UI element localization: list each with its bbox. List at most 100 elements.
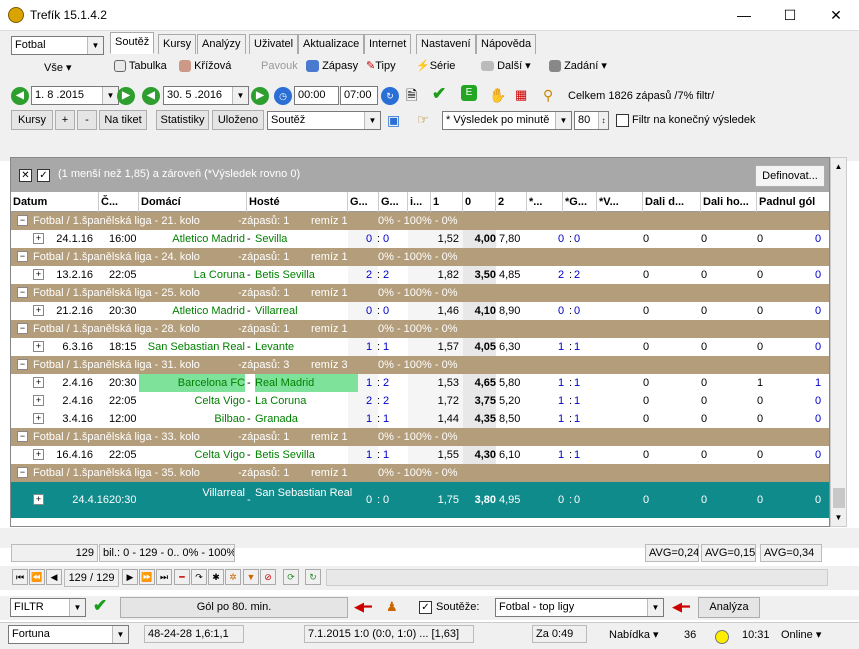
funnel-icon[interactable]: ▼ [243,569,259,585]
date-to-input[interactable]: 30. 5 .2016 ▼ [163,86,249,105]
nabidka-button[interactable]: Nabídka ▾ [609,625,659,645]
serie-button[interactable]: ⚡Série [416,56,455,76]
collapse-icon[interactable]: − [17,323,28,334]
column-header[interactable]: 1 [431,192,463,212]
close-button[interactable]: ✕ [813,0,859,31]
soutez-select[interactable]: Soutěž ▼ [267,111,381,130]
definovat-button[interactable]: Definovat... [755,165,825,187]
expand-icon[interactable]: + [33,494,44,505]
column-header[interactable]: G... [379,192,408,212]
filtr-konecny-checkbox[interactable] [616,114,629,127]
tipy-button[interactable]: ✎Tipy [366,56,396,76]
save-icon[interactable]: ▣ [387,110,400,130]
bookmaker-select[interactable]: Fortuna ▼ [8,625,129,644]
league-group-row[interactable]: − Fotbal / 1.španělská liga - 28. kolo -zá… [11,320,829,338]
league-group-row[interactable]: − Fotbal / 1.španělská liga - 24. kolo -zá… [11,248,829,266]
date-to-prev-icon[interactable]: ◀ [142,87,160,105]
dalsi-button[interactable]: Další ▾ [481,56,531,76]
date-back-icon[interactable]: ◀ [11,87,29,105]
date-forward-icon[interactable]: ▶ [251,87,269,105]
minus-button[interactable]: - [77,110,97,130]
maximize-button[interactable]: ☐ [767,0,813,31]
scroll-thumb[interactable] [833,488,845,508]
analyza-button[interactable]: Analýza [698,597,760,618]
column-header[interactable]: *V... [597,192,643,212]
apply-filter-check-icon[interactable]: ✔ [93,596,107,616]
league-group-row[interactable]: − Fotbal / 1.španělská liga - 21. kolo -zá… [11,212,829,230]
column-header[interactable]: i... [408,192,431,212]
league-group-row[interactable]: − Fotbal / 1.španělská liga - 35. kolo -zá… [11,464,829,482]
delete-icon[interactable]: ━ [174,569,190,585]
confirm-check-icon[interactable]: ✔ [432,84,446,104]
column-header[interactable]: Hosté [247,192,348,212]
export-icon[interactable]: 🗎 [406,85,417,105]
pavouk-button[interactable]: Pavouk [261,56,298,76]
horizontal-scrollbar[interactable] [326,569,828,586]
redo-icon[interactable]: ↷ [191,569,207,585]
next-page-icon[interactable]: ⏩ [139,569,155,585]
column-header[interactable]: Dali d... [643,192,701,212]
vertical-scrollbar[interactable]: ▲ ▼ [830,157,847,527]
prev-record-icon[interactable]: ◀ [46,569,62,585]
calendar-icon[interactable]: ▦ [515,85,527,105]
menu-tab[interactable]: Uživatel [249,34,299,54]
league-group-row[interactable]: − Fotbal / 1.španělská liga - 25. kolo -zá… [11,284,829,302]
date-from-input[interactable]: 1. 8 .2015 ▼ [31,86,119,105]
plus-button[interactable]: + [55,110,75,130]
collapse-icon[interactable]: − [17,215,28,226]
person-icon[interactable]: ♟ [386,597,398,617]
krizova-button[interactable]: Křížová [179,56,231,76]
menu-tab[interactable]: Nastavení [416,34,476,54]
column-header[interactable]: *G... [563,192,597,212]
stop-icon[interactable]: ⊘ [260,569,276,585]
match-row[interactable]: +2.4.16 20:30 Barcelona FC - Real Madrid 1:2 1… [11,374,829,392]
collapse-icon[interactable]: − [17,431,28,442]
column-header[interactable]: Domácí [139,192,247,212]
menu-tab[interactable]: Aktualizace [298,34,365,54]
magnifier-icon[interactable]: ⚲ [543,85,553,105]
tabulka-button[interactable]: Tabulka [114,56,167,76]
minimize-button[interactable]: — [721,0,767,31]
kursy-button[interactable]: Kursy [11,110,53,130]
scroll-down-icon[interactable]: ▼ [831,509,846,526]
minute-spinner[interactable]: 80 ↕ [574,111,609,130]
column-header[interactable]: 2 [496,192,527,212]
asterisk-icon[interactable]: ✱ [208,569,224,585]
match-row[interactable]: +24.4.16 20:30 Villarreal - San Sebastian Re… [11,482,829,518]
match-row[interactable]: +21.2.16 20:30 Atletico Madrid - Villarreal 0… [11,302,829,320]
zadani-button[interactable]: Zadání ▾ [549,56,607,76]
collapse-icon[interactable]: − [17,287,28,298]
sport-select[interactable]: Fotbal ▼ [11,36,104,55]
pointing-hand-icon[interactable]: ☞ [417,110,429,130]
asterisk-filter-icon[interactable]: ✲ [225,569,241,585]
last-record-icon[interactable]: ⏭ [156,569,172,585]
hand-icon[interactable]: ✋ [489,85,506,105]
refresh-time-icon[interactable]: ↻ [381,87,399,105]
online-button[interactable]: Online ▾ [781,625,821,645]
match-row[interactable]: +2.4.16 22:05 Celta Vigo - La Coruna 2:2 1,72 3… [11,392,829,410]
zapasy-button[interactable]: Zápasy [306,56,358,76]
menu-tab[interactable]: Internet [364,34,412,54]
collapse-icon[interactable]: − [17,359,28,370]
collapse-icon[interactable]: − [17,467,28,478]
next-record-icon[interactable]: ▶ [122,569,138,585]
column-header[interactable]: Č... [99,192,139,212]
match-row[interactable]: +3.4.16 12:00 Bilbao - Granada 1:1 1,44 4,35 8,5… [11,410,829,428]
excel-icon[interactable]: E [461,85,477,101]
menu-tab[interactable]: Soutěž [110,32,155,54]
match-row[interactable]: +6.3.16 18:15 San Sebastian Real - Levante 1:… [11,338,829,356]
na-tiket-button[interactable]: Na tiket [99,110,147,130]
clear-filter-icon[interactable]: ✕ [19,169,32,182]
filter-name-button[interactable]: Gól po 80. min. [120,597,348,618]
first-record-icon[interactable]: ⏮ [12,569,28,585]
time-to-input[interactable]: 07:00 [340,86,378,105]
column-header[interactable]: *... [527,192,563,212]
column-header[interactable]: Dali ho... [701,192,757,212]
menu-tab[interactable]: Nápověda [476,34,537,54]
column-header[interactable]: G... [348,192,379,212]
scroll-up-icon[interactable]: ▲ [831,158,846,175]
league-group-row[interactable]: − Fotbal / 1.španělská liga - 31. kolo -zá… [11,356,829,374]
prev-page-icon[interactable]: ⏪ [29,569,45,585]
league-group-row[interactable]: − Fotbal / 1.španělská liga - 33. kolo -zá… [11,428,829,446]
clock-icon[interactable]: ◷ [274,87,292,105]
